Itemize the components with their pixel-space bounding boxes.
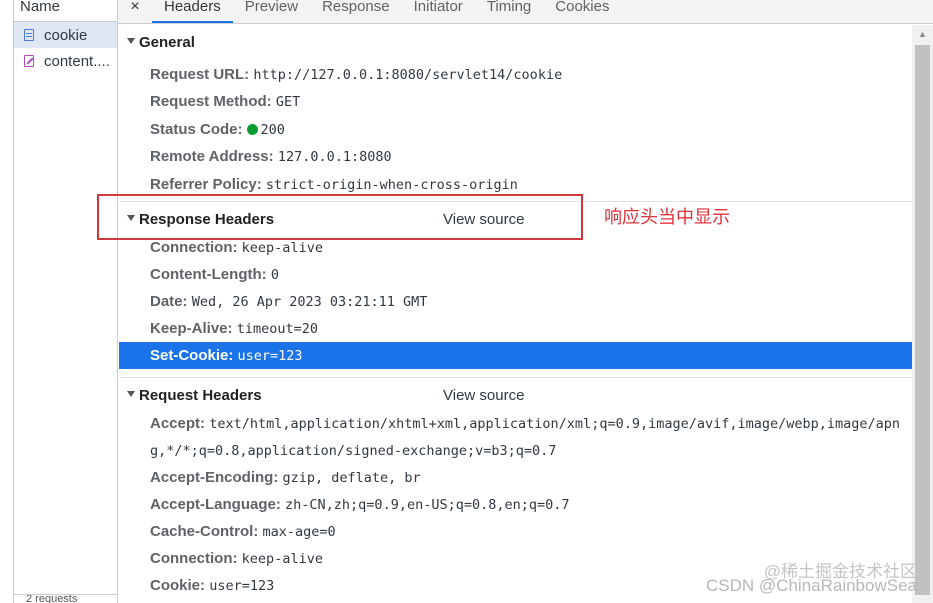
tab-headers[interactable]: Headers [152, 0, 233, 23]
tab-cookies[interactable]: Cookies [543, 0, 621, 23]
tab-preview[interactable]: Preview [233, 0, 310, 23]
request-item-label: content.... [44, 52, 110, 70]
collapse-triangle-icon [127, 390, 135, 397]
header-row: Accept-Encoding: gzip, deflate, br [150, 468, 421, 486]
left-edge [0, 0, 13, 603]
detail-tabs: × Headers Preview Response Initiator Tim… [118, 0, 933, 24]
tab-response[interactable]: Response [310, 0, 402, 23]
request-headers-section-header[interactable]: Request Headers View source [119, 378, 912, 414]
header-row: Date: Wed, 26 Apr 2023 03:21:11 GMT [150, 292, 428, 310]
header-row: Remote Address: 127.0.0.1:8080 [150, 148, 392, 166]
header-row: Keep-Alive: timeout=20 [150, 319, 318, 337]
header-row: Accept-Language: zh-CN,zh;q=0.9,en-US;q=… [150, 495, 570, 513]
view-source-link[interactable]: View source [443, 378, 524, 414]
header-row: Status Code: 200 [150, 120, 285, 138]
headers-panel: General Request URL: http://127.0.0.1:80… [119, 25, 912, 603]
general-section-header[interactable]: General [119, 25, 912, 61]
edit-icon [24, 55, 34, 67]
set-cookie-row[interactable]: Set-Cookie: user=123 [119, 341, 912, 369]
tab-timing[interactable]: Timing [475, 0, 543, 23]
name-column-header[interactable]: Name [14, 0, 117, 22]
document-icon [24, 29, 34, 41]
close-icon[interactable]: × [118, 0, 152, 15]
scroll-up-icon[interactable]: ▲ [912, 29, 933, 39]
tab-initiator[interactable]: Initiator [402, 0, 475, 23]
collapse-triangle-icon [127, 38, 135, 45]
header-row: Content-Length: 0 [150, 265, 279, 283]
header-row: Request URL: http://127.0.0.1:8080/servl… [150, 66, 563, 83]
status-ok-icon [246, 123, 258, 135]
header-row-continuation: g,*/*;q=0.8,application/signed-exchange;… [150, 442, 557, 459]
header-row: Request Method: GET [150, 93, 301, 111]
watermark: @稀土掘金技术社区 CSDN @ChinaRainbowSea [706, 563, 917, 595]
request-list: Name cookie content.... 2 requests [13, 0, 118, 603]
request-item-cookie[interactable]: cookie [14, 22, 117, 48]
scrollbar-thumb[interactable] [915, 45, 930, 595]
header-row: Cache-Control: max-age=0 [150, 522, 336, 540]
request-item-label: cookie [44, 26, 88, 44]
annotation-highlight-box [97, 194, 583, 240]
request-count: 2 requests [14, 594, 117, 603]
general-section: General Request URL: http://127.0.0.1:80… [119, 25, 912, 198]
watermark-line1: @稀土掘金技术社区 [763, 562, 917, 581]
annotation-text: 响应头当中显示 [604, 207, 730, 228]
header-row: Accept: text/html,application/xhtml+xml,… [150, 414, 901, 432]
vertical-scrollbar[interactable]: ▲ [912, 25, 933, 603]
request-item-content[interactable]: content.... [14, 48, 117, 74]
